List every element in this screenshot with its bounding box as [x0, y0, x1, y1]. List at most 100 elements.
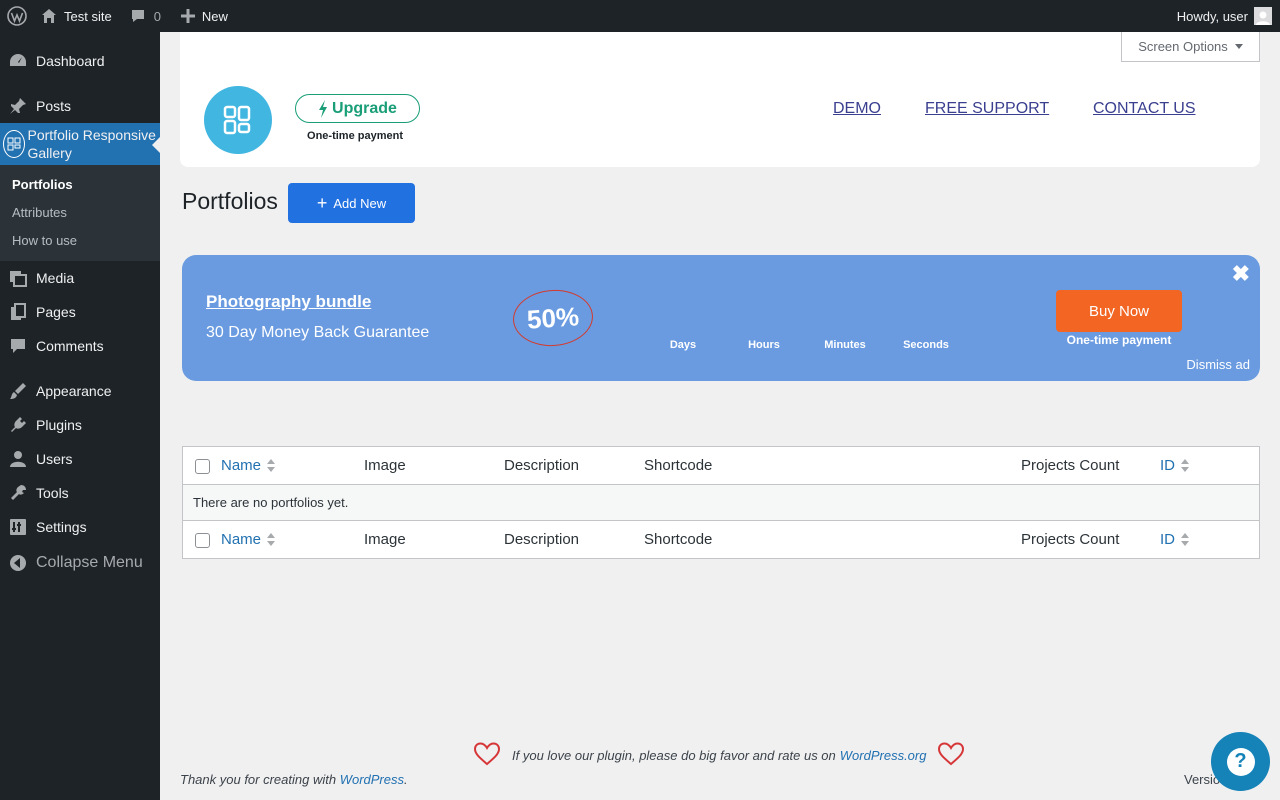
pages-icon [8, 302, 28, 322]
sidebar-item-dashboard[interactable]: Dashboard [0, 44, 160, 78]
sidebar-item-label: Users [36, 451, 73, 467]
sidebar-item-label: Pages [36, 304, 76, 320]
free-support-link[interactable]: FREE SUPPORT [925, 100, 1049, 118]
sidebar-item-label: Settings [36, 519, 87, 535]
rate-plugin-notice: If you love our plugin, please do big fa… [473, 742, 976, 769]
countdown-seconds-label: Seconds [903, 339, 949, 351]
empty-message: There are no portfolios yet. [193, 495, 349, 510]
gallery-icon [3, 130, 25, 158]
sidebar-item-posts[interactable]: Posts [0, 89, 160, 123]
contact-us-link[interactable]: CONTACT US [1093, 100, 1196, 118]
table-header-row: Name Image Description Shortcode Project… [183, 447, 1259, 485]
column-footer-projects-count: Projects Count [1021, 531, 1120, 548]
heart-icon [938, 742, 965, 769]
dashboard-icon [8, 51, 28, 71]
countdown-minutes-label: Minutes [824, 339, 866, 351]
sidebar-item-comments[interactable]: Comments [0, 329, 160, 363]
buy-now-button[interactable]: Buy Now [1056, 290, 1182, 332]
submenu-item-how-to-use[interactable]: How to use [0, 226, 160, 254]
help-button[interactable]: ? [1211, 732, 1270, 791]
lightning-icon [318, 99, 332, 118]
upgrade-note: One-time payment [307, 130, 403, 142]
screen-options-button[interactable]: Screen Options [1121, 32, 1260, 62]
sort-icon [1181, 459, 1189, 472]
column-header-id[interactable]: ID [1160, 447, 1189, 484]
user-icon [8, 449, 28, 469]
column-header-name[interactable]: Name [221, 447, 276, 484]
new-label: New [201, 8, 228, 24]
add-new-button[interactable]: + Add New [288, 183, 415, 223]
sidebar-item-label: Media [36, 270, 75, 286]
sidebar-item-users[interactable]: Users [0, 442, 160, 476]
sidebar-item-tools[interactable]: Tools [0, 476, 160, 510]
wordpress-logo-icon[interactable] [0, 0, 33, 32]
column-header-projects-count: Projects Count [1021, 457, 1120, 474]
heart-icon [473, 742, 501, 769]
sidebar-item-media[interactable]: Media [0, 261, 160, 295]
countdown-days-label: Days [669, 339, 697, 351]
comments-link[interactable]: 0 [120, 0, 169, 32]
sidebar-item-plugins[interactable]: Plugins [0, 408, 160, 442]
column-footer-id[interactable]: ID [1160, 521, 1189, 558]
column-footer-description: Description [504, 531, 580, 548]
select-all-checkbox[interactable] [195, 459, 210, 474]
sidebar-item-label: Tools [36, 485, 69, 501]
wordpress-org-link[interactable]: WordPress.org [840, 748, 927, 763]
column-footer-image: Image [364, 531, 406, 548]
column-header-shortcode: Shortcode [644, 457, 713, 474]
account-menu[interactable]: Howdy, user [1169, 0, 1280, 32]
comment-icon [8, 336, 28, 356]
admin-sidebar: Dashboard Posts Portfolio Responsive Gal… [0, 32, 160, 800]
avatar [1254, 7, 1272, 25]
collapse-menu-label: Collapse Menu [36, 554, 143, 571]
table-footer-row: Name Image Description Shortcode Project… [183, 521, 1259, 558]
demo-link[interactable]: DEMO [833, 100, 881, 118]
add-new-label: Add New [333, 195, 387, 211]
collapse-menu-button[interactable]: Collapse Menu [0, 546, 160, 580]
sidebar-item-appearance[interactable]: Appearance [0, 374, 160, 408]
sidebar-item-label: Posts [36, 98, 72, 114]
site-name: Test site [64, 8, 112, 24]
portfolios-table: Name Image Description Shortcode Project… [182, 446, 1260, 559]
new-content-link[interactable]: New [169, 0, 236, 32]
column-header-image: Image [364, 457, 406, 474]
sidebar-item-settings[interactable]: Settings [0, 510, 160, 544]
countdown-hours-label: Hours [748, 339, 780, 351]
buy-note: One-time payment [1066, 333, 1172, 347]
plugin-logo-icon [204, 86, 272, 154]
rate-text: If you love our plugin, please do big fa… [512, 748, 836, 763]
sidebar-item-label: Plugins [36, 417, 82, 433]
sidebar-item-pages[interactable]: Pages [0, 295, 160, 329]
promo-banner: Photography bundle 30 Day Money Back Gua… [182, 255, 1260, 381]
table-row: There are no portfolios yet. [183, 485, 1259, 521]
page-title: Portfolios [182, 188, 278, 214]
home-icon [41, 8, 57, 24]
wordpress-link[interactable]: WordPress [340, 772, 404, 787]
sidebar-item-label: Appearance [36, 383, 112, 399]
admin-bar: Test site 0 New Howdy, user [0, 0, 1280, 32]
sidebar-item-portfolio-responsive-gallery[interactable]: Portfolio Responsive Gallery [0, 123, 160, 165]
footer-thanks: Thank you for creating with WordPress. [180, 772, 408, 787]
column-footer-name[interactable]: Name [221, 521, 276, 558]
submenu-item-portfolios[interactable]: Portfolios [0, 170, 160, 198]
close-icon[interactable]: ✖ [1232, 263, 1250, 285]
submenu-item-attributes[interactable]: Attributes [0, 198, 160, 226]
sidebar-item-label: Comments [36, 338, 104, 354]
column-footer-shortcode: Shortcode [644, 531, 713, 548]
brush-icon [8, 381, 28, 401]
media-icon [8, 268, 28, 288]
column-header-description: Description [504, 457, 580, 474]
plus-icon [180, 9, 195, 23]
site-name-link[interactable]: Test site [33, 0, 120, 32]
howdy-text: Howdy, user [1176, 8, 1248, 24]
select-all-checkbox-footer[interactable] [195, 533, 210, 548]
promo-title-link[interactable]: Photography bundle [206, 292, 371, 312]
plug-icon [8, 415, 28, 435]
settings-icon [8, 517, 28, 537]
sort-icon [267, 459, 276, 472]
upgrade-button[interactable]: Upgrade [295, 94, 420, 123]
question-icon: ? [1226, 747, 1255, 776]
gallery-submenu: Portfolios Attributes How to use [0, 165, 160, 261]
collapse-icon [8, 553, 28, 573]
dismiss-ad-link[interactable]: Dismiss ad [1186, 357, 1250, 372]
